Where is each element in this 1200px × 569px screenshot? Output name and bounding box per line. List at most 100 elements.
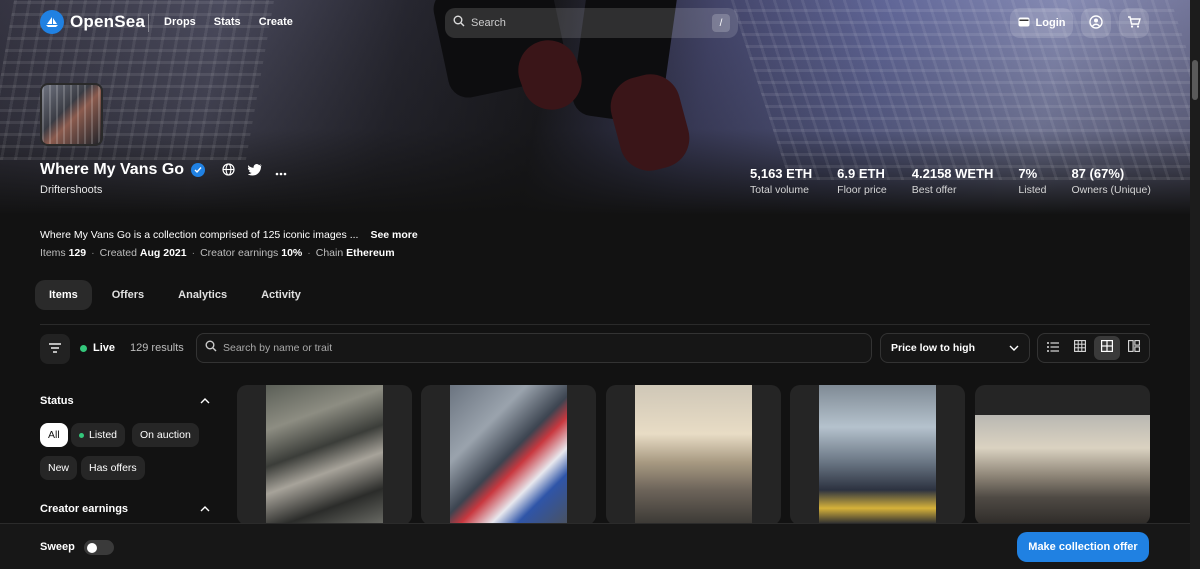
creator-name[interactable]: Driftershoots [40,184,102,196]
login-label: Login [1035,17,1066,29]
nav-links: Drops Stats Create [164,16,293,28]
sort-dropdown[interactable]: Price low to high [880,333,1030,363]
collection-meta: Items 129 · Created Aug 2021 · Creator earni… [40,247,395,259]
nav-divider [148,14,149,32]
nft-card[interactable] [421,385,596,525]
chevron-down-icon [1009,342,1019,354]
status-filter-heading[interactable]: Status [40,395,210,407]
brand-name: OpenSea [70,12,146,31]
nft-image [975,415,1150,525]
stat-value: 7% [1018,166,1038,181]
trait-search-input[interactable] [223,342,863,354]
stat-value: 6.9 ETH [837,166,885,181]
nav-link-drops[interactable]: Drops [164,16,196,28]
collection-tabs: Items Offers Analytics Activity [35,280,315,310]
view-list-button[interactable] [1040,336,1066,360]
chip-label: Has offers [89,462,137,474]
more-options-icon[interactable] [275,163,287,181]
mosaic-grid-icon [1127,339,1140,357]
meta-created-value: Aug 2021 [139,247,187,259]
nft-image [266,385,383,525]
description-text: Where My Vans Go is a collection compris… [40,229,359,241]
cart-icon [1127,15,1141,32]
global-search-input[interactable] [471,17,712,29]
stat-value: 4.2158 WETH [911,166,994,181]
collection-avatar [40,83,103,146]
opensea-logo[interactable]: OpenSea [40,10,145,34]
stat-best-offer: 4.2158 WETH Best offer [912,166,994,196]
login-button[interactable]: Login [1010,8,1073,38]
chip-label: On auction [140,429,191,441]
make-collection-offer-button[interactable]: Make collection offer [1017,532,1149,562]
stat-total-volume: 5,163 ETH Total volume [750,166,812,196]
sweep-label: Sweep [40,541,75,553]
large-grid-icon [1100,339,1113,357]
cart-button[interactable] [1119,8,1149,38]
nav-link-stats[interactable]: Stats [214,16,241,28]
collection-links [222,163,287,181]
website-globe-icon[interactable] [222,163,235,181]
status-chip-new[interactable]: New [40,456,78,480]
filter-toggle-button[interactable] [40,334,70,364]
filter-icon [49,340,61,358]
nft-card[interactable] [237,385,412,525]
collection-title: Where My Vans Go [40,161,206,179]
nft-image [450,385,567,525]
profile-button[interactable] [1081,8,1111,38]
sweep-toggle[interactable] [84,540,114,555]
collection-stats: 5,163 ETH Total volume 6.9 ETH Floor pri… [750,166,1151,196]
status-chip-has-offers[interactable]: Has offers [81,456,145,480]
tab-offers[interactable]: Offers [98,280,158,310]
nft-card[interactable] [975,385,1150,525]
meta-items-value: 129 [68,247,87,259]
meta-chain-value: Ethereum [346,247,395,259]
see-more-link[interactable]: See more [370,229,417,241]
top-navigation: OpenSea Drops Stats Create / Login [0,0,1200,46]
stat-label: Best offer [911,184,957,196]
verified-badge-icon [191,163,206,177]
search-shortcut-key: / [712,14,730,32]
account-icon [1089,14,1103,32]
wallet-icon [1018,17,1030,30]
view-mosaic-button[interactable] [1121,336,1147,360]
stat-label: Floor price [837,184,887,196]
status-chip-listed[interactable]: Listed [71,423,126,447]
creator-earnings-filter-heading[interactable]: Creator earnings [40,503,210,515]
page-scrollbar[interactable] [1190,0,1200,569]
nft-card[interactable] [606,385,781,525]
tabs-divider [40,324,1150,325]
nav-link-create[interactable]: Create [259,16,293,28]
tab-analytics[interactable]: Analytics [164,280,241,310]
nft-card[interactable] [790,385,965,525]
status-chip-all[interactable]: All [40,423,68,447]
live-label: Live [93,342,116,354]
chevron-up-icon [200,503,210,515]
earnings-heading-label: Creator earnings [40,503,129,515]
meta-earnings-value: 10% [281,247,303,259]
stat-value: 5,163 ETH [750,166,813,181]
sort-selected-value: Price low to high [891,342,976,354]
nft-image [819,385,936,525]
status-chip-on-auction[interactable]: On auction [132,423,199,447]
view-small-grid-button[interactable] [1067,336,1093,360]
listed-dot-icon [79,432,84,438]
nft-image [635,385,752,525]
ship-icon [40,10,64,34]
search-icon [453,14,465,32]
view-mode-toggle [1037,333,1150,363]
search-icon [205,339,217,357]
bottom-action-bar: Sweep Make collection offer [0,523,1200,569]
trait-search [196,333,872,363]
twitter-icon[interactable] [247,163,262,181]
meta-items-label: Items [40,247,66,259]
scrollbar-thumb[interactable] [1192,60,1198,100]
view-large-grid-button[interactable] [1093,336,1120,360]
tab-activity[interactable]: Activity [247,280,315,310]
results-count: 129 results [130,342,184,354]
chevron-up-icon [200,395,210,407]
meta-created-label: Created [99,247,137,259]
global-search: / [445,8,738,38]
meta-earnings-label: Creator earnings [200,247,279,259]
tab-items[interactable]: Items [35,280,92,310]
stat-label: Total volume [750,184,809,196]
